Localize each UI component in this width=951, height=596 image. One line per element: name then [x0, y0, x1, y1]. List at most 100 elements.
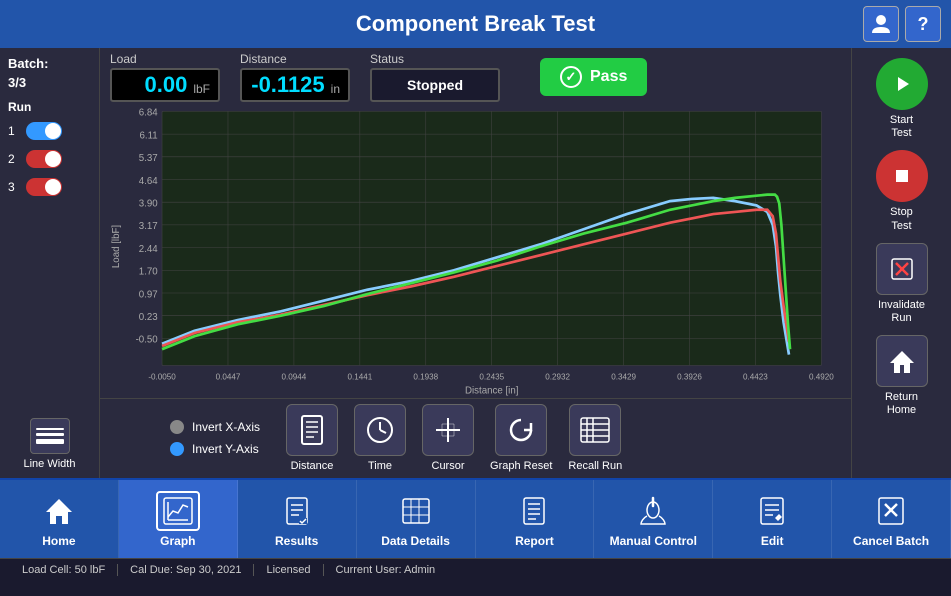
svg-text:Load [lbF]: Load [lbF] — [111, 225, 122, 268]
svg-text:0.23: 0.23 — [139, 312, 158, 323]
distance-gauge: Distance -0.1125 in — [240, 52, 350, 102]
nav-graph[interactable]: Graph — [119, 480, 238, 558]
lw-line-medium — [36, 433, 64, 436]
line-width-icon — [30, 418, 70, 454]
run-toggle-1[interactable] — [26, 122, 62, 140]
graph-icon — [156, 491, 200, 531]
recall-run-label: Recall Run — [568, 460, 622, 472]
svg-text:0.97: 0.97 — [139, 289, 158, 300]
distance-icon — [286, 404, 338, 456]
svg-text:Distance [in]: Distance [in] — [465, 386, 518, 397]
distance-unit: in — [331, 82, 340, 96]
recall-run-button[interactable]: Recall Run — [568, 404, 622, 472]
svg-text:-0.50: -0.50 — [136, 335, 159, 346]
distance-label: Distance — [240, 52, 350, 66]
svg-text:0.0447: 0.0447 — [216, 372, 241, 381]
edit-icon — [750, 491, 794, 531]
load-display: 0.00 lbF — [110, 68, 220, 102]
invalidate-run-button[interactable]: InvalidateRun — [876, 243, 928, 325]
home-icon — [37, 491, 81, 531]
report-icon — [512, 491, 556, 531]
time-button[interactable]: Time — [354, 404, 406, 472]
graph-reset-label: Graph Reset — [490, 460, 552, 472]
toggle-knob-3 — [45, 179, 61, 195]
lw-line-thin — [36, 428, 64, 430]
stop-test-button[interactable]: StopTest — [876, 150, 928, 232]
svg-text:6.11: 6.11 — [140, 130, 158, 141]
cursor-icon — [422, 404, 474, 456]
load-unit: lbF — [193, 82, 210, 96]
invalidate-run-label: InvalidateRun — [878, 299, 925, 325]
nav-results-label: Results — [275, 534, 318, 548]
svg-text:2.44: 2.44 — [139, 244, 159, 255]
chart-svg: 6.84 6.11 5.37 4.64 3.90 3.17 2.44 1.70 … — [108, 106, 843, 398]
nav-cancel-batch-label: Cancel Batch — [853, 534, 929, 548]
status-licensed: Licensed — [254, 564, 323, 576]
nav-data-details[interactable]: Data Details — [357, 480, 476, 558]
invert-x-row: Invert X-Axis — [170, 420, 260, 434]
pass-button[interactable]: ✓ Pass — [540, 58, 647, 96]
svg-text:0.2435: 0.2435 — [479, 372, 504, 381]
center-panel: Load 0.00 lbF Distance -0.1125 in Status… — [100, 48, 851, 478]
lw-line-thick — [36, 439, 64, 444]
user-icon-btn[interactable] — [863, 6, 899, 42]
run-row-3: 3 — [8, 178, 91, 196]
nav-report[interactable]: Report — [476, 480, 595, 558]
right-panel: StartTest StopTest InvalidateRun — [851, 48, 951, 478]
run-number-1: 1 — [8, 124, 20, 138]
main-area: Batch: 3/3 Run 1 2 3 — [0, 48, 951, 478]
svg-text:0.3429: 0.3429 — [611, 372, 636, 381]
results-icon — [275, 491, 319, 531]
load-label: Load — [110, 52, 220, 66]
graph-reset-icon — [495, 404, 547, 456]
run-toggle-3[interactable] — [26, 178, 62, 196]
svg-text:0.4920: 0.4920 — [809, 372, 834, 381]
nav-results[interactable]: Results — [238, 480, 357, 558]
pass-checkmark-icon: ✓ — [560, 66, 582, 88]
status-group: Status Stopped — [370, 52, 500, 102]
run-section-title: Run — [8, 100, 91, 114]
svg-text:0.2932: 0.2932 — [545, 372, 570, 381]
distance-button[interactable]: Distance — [286, 404, 338, 472]
svg-text:0.1938: 0.1938 — [413, 372, 438, 381]
nav-edit[interactable]: Edit — [713, 480, 832, 558]
help-icon-btn[interactable]: ? — [905, 6, 941, 42]
svg-text:1.70: 1.70 — [139, 267, 159, 278]
nav-data-details-label: Data Details — [381, 534, 450, 548]
run-toggle-2[interactable] — [26, 150, 62, 168]
svg-text:0.1441: 0.1441 — [347, 372, 372, 381]
return-home-button[interactable]: ReturnHome — [876, 335, 928, 417]
status-cal-due: Cal Due: Sep 30, 2021 — [118, 564, 254, 576]
manual-control-icon — [631, 491, 675, 531]
svg-text:3.90: 3.90 — [139, 199, 159, 210]
chart-container: 6.84 6.11 5.37 4.64 3.90 3.17 2.44 1.70 … — [100, 106, 851, 398]
run-number-2: 2 — [8, 152, 20, 166]
start-test-button[interactable]: StartTest — [876, 58, 928, 140]
svg-text:0.3926: 0.3926 — [677, 372, 702, 381]
nav-manual-control[interactable]: Manual Control — [594, 480, 713, 558]
nav-home[interactable]: Home — [0, 480, 119, 558]
graph-reset-button[interactable]: Graph Reset — [490, 404, 552, 472]
data-details-icon — [394, 491, 438, 531]
nav-home-label: Home — [42, 534, 75, 548]
help-icon: ? — [918, 14, 929, 35]
start-test-icon — [876, 58, 928, 110]
controls-row: Invert X-Axis Invert Y-Axis — [100, 398, 851, 478]
run-row-2: 2 — [8, 150, 91, 168]
return-home-icon — [876, 335, 928, 387]
invert-y-label: Invert Y-Axis — [192, 442, 259, 456]
toggle-knob-2 — [45, 151, 61, 167]
header-icons: ? — [863, 6, 941, 42]
bottom-nav: Home Graph Results — [0, 478, 951, 558]
header: Component Break Test ? — [0, 0, 951, 48]
line-width-button[interactable]: Line Width — [8, 418, 91, 470]
cursor-button[interactable]: Cursor — [422, 404, 474, 472]
invert-x-dot — [170, 420, 184, 434]
status-value: Stopped — [407, 77, 463, 93]
load-value: 0.00 — [120, 72, 187, 98]
nav-cancel-batch[interactable]: Cancel Batch — [832, 480, 951, 558]
recall-run-icon — [569, 404, 621, 456]
svg-text:-0.0050: -0.0050 — [148, 372, 176, 381]
invert-x-label: Invert X-Axis — [192, 420, 260, 434]
svg-text:0.4423: 0.4423 — [743, 372, 768, 381]
